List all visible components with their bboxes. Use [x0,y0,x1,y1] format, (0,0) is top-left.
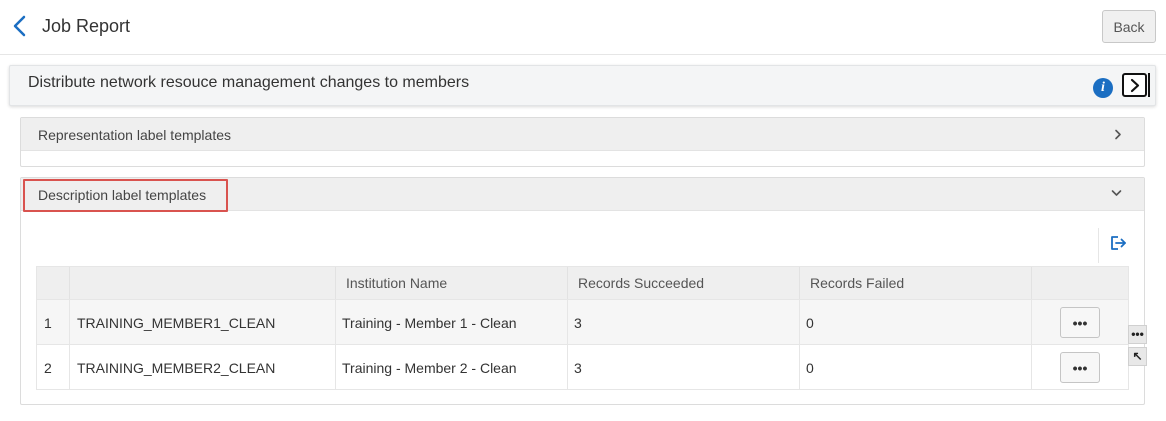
institution-name: Training - Member 1 - Clean [342,315,517,331]
back-button[interactable]: Back [1102,10,1156,43]
institution-name: Training - Member 2 - Clean [342,360,517,376]
header-records-succeeded[interactable]: Records Succeeded [578,275,704,291]
section-representation-label-templates: Representation label templates [20,117,1145,167]
highlight-box [23,179,228,212]
records-succeeded: 3 [574,315,582,331]
records-failed: 0 [806,360,814,376]
row-actions-button[interactable]: ••• [1060,352,1100,383]
table-row: 2 TRAINING_MEMBER2_CLEAN Training - Memb… [37,344,1128,390]
column-divider [799,300,800,345]
column-divider [69,267,70,299]
row-index: 2 [44,360,52,376]
member-code: TRAINING_MEMBER2_CLEAN [77,360,276,376]
section-description-label-templates: Description label templates Institution … [20,177,1145,405]
page-title: Job Report [42,16,131,36]
section-header[interactable]: Representation label templates [21,118,1144,151]
column-divider [335,345,336,390]
more-options-icon[interactable]: ••• [1128,325,1147,344]
column-divider [69,345,70,390]
chevron-left-icon[interactable] [10,13,30,39]
column-divider [1031,267,1032,299]
resize-icon[interactable]: ↖ [1128,347,1147,366]
column-divider [1031,300,1032,345]
header-institution-name[interactable]: Institution Name [346,275,447,291]
chevron-right-icon [1115,129,1121,140]
table-row: 1 TRAINING_MEMBER1_CLEAN Training - Memb… [37,299,1128,345]
column-divider [1031,345,1032,390]
expand-panel-icon[interactable] [1122,73,1150,97]
column-divider [567,267,568,299]
row-index: 1 [44,315,52,331]
chevron-down-icon [1111,190,1122,196]
section-header[interactable]: Description label templates [21,178,1144,212]
column-divider [335,267,336,299]
column-divider [567,300,568,345]
column-divider [567,345,568,390]
row-actions-button[interactable]: ••• [1060,307,1100,338]
section-label: Representation label templates [38,127,232,143]
job-title: Distribute network resouce management ch… [28,74,470,91]
column-divider [799,267,800,299]
column-divider [335,300,336,345]
records-succeeded: 3 [574,360,582,376]
job-header: Distribute network resouce management ch… [9,65,1156,106]
column-divider [799,345,800,390]
header-records-failed[interactable]: Records Failed [810,275,904,291]
column-divider [69,300,70,345]
export-icon[interactable] [1098,228,1126,263]
results-table: Institution Name Records Succeeded Recor… [36,266,1129,390]
top-bar: Job Report Back [0,0,1166,55]
info-icon[interactable]: i [1093,78,1113,98]
records-failed: 0 [806,315,814,331]
member-code: TRAINING_MEMBER1_CLEAN [77,315,276,331]
table-header: Institution Name Records Succeeded Recor… [37,267,1128,299]
